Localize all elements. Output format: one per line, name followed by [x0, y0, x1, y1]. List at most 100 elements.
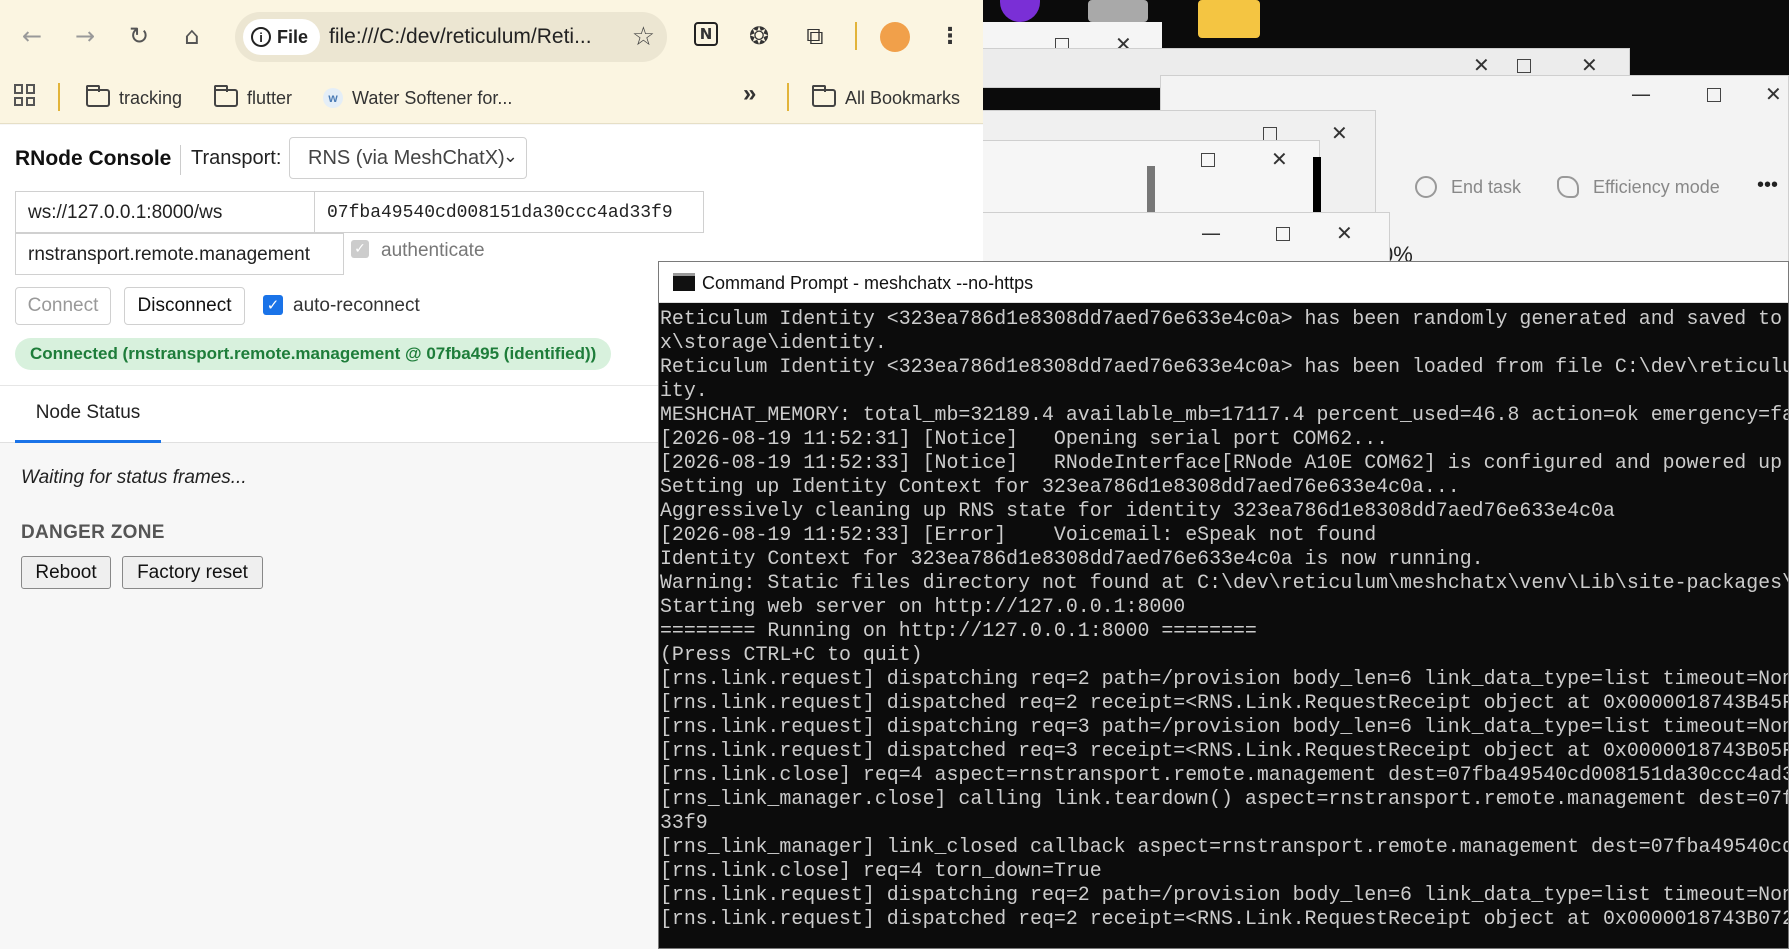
aspect-input[interactable]: rnstransport.remote.management: [15, 233, 344, 275]
window-title: Command Prompt - meshchatx --no-https: [702, 273, 1034, 293]
terminal-line: Warning: Static files directory not foun…: [660, 571, 1788, 594]
terminal-line: [2026-08-19 11:52:33] [Notice] RNodeInte…: [660, 451, 1783, 474]
destination-hash-input[interactable]: 07fba49540cd008151da30ccc4ad33f9: [314, 191, 704, 233]
terminal-line: MESHCHAT_MEMORY: total_mb=32189.4 availa…: [660, 403, 1788, 426]
end-task-icon: [1415, 176, 1437, 198]
folder-icon: [86, 85, 110, 107]
forward-icon[interactable]: →: [67, 18, 103, 54]
terminal-line: Aggressively cleaning up RNS state for i…: [660, 499, 1615, 522]
terminal-line: [rns.link.close] req=4 torn_down=True: [660, 859, 1102, 882]
bookmark-label: flutter: [247, 87, 293, 108]
terminal-line: [rns.link.request] dispatching req=3 pat…: [660, 715, 1788, 738]
terminal-line: [rns.link.request] dispatching req=2 pat…: [660, 883, 1788, 906]
notion-extension-icon[interactable]: N: [694, 22, 718, 46]
auto-reconnect-checkbox[interactable]: ✓: [263, 295, 283, 315]
podcast-app-icon: [1000, 0, 1040, 22]
site-favicon-icon: w: [323, 88, 343, 108]
profile-avatar-icon[interactable]: [880, 22, 910, 52]
bookmark-star-icon[interactable]: ☆: [632, 22, 655, 52]
back-icon[interactable]: ←: [14, 18, 50, 54]
minimize-icon: —: [1201, 221, 1221, 245]
maximize-icon: [1707, 88, 1721, 102]
desktop-app-icon: [1088, 0, 1148, 22]
reboot-button[interactable]: Reboot: [21, 556, 111, 589]
terminal-icon: [673, 273, 695, 291]
maximize-icon: [1276, 227, 1290, 241]
reload-icon[interactable]: ↻: [121, 18, 157, 54]
terminal-line: Identity Context for 323ea786d1e8308dd7a…: [660, 547, 1484, 570]
efficiency-mode-button[interactable]: Efficiency mode: [1593, 177, 1720, 198]
disconnect-button[interactable]: Disconnect: [124, 287, 245, 325]
bookmarks-divider: [787, 83, 789, 111]
terminal-line: ity.: [660, 379, 708, 402]
home-icon[interactable]: ⌂: [174, 18, 210, 54]
waiting-status-text: Waiting for status frames...: [21, 467, 247, 488]
menu-kebab-icon[interactable]: ⋮: [936, 22, 964, 50]
bookmark-water-softener[interactable]: w Water Softener for...: [323, 78, 512, 118]
bookmark-label: Water Softener for...: [352, 87, 513, 108]
close-icon: ✕: [1271, 147, 1288, 171]
more-options-icon[interactable]: •••: [1757, 174, 1778, 197]
folder-icon: [812, 85, 836, 107]
terminal-line: Starting web server on http://127.0.0.1:…: [660, 595, 1186, 618]
all-bookmarks-button[interactable]: All Bookmarks: [812, 78, 960, 118]
chevron-down-icon: ⌄: [502, 146, 518, 167]
title-divider: [180, 145, 181, 175]
page-title: RNode Console: [15, 147, 172, 170]
bookmark-tracking[interactable]: tracking: [86, 78, 182, 118]
transport-select[interactable]: RNS (via MeshChatX) ⌄: [289, 137, 527, 179]
maximize-icon: [1517, 59, 1531, 73]
terminal-line: Setting up Identity Context for 323ea786…: [660, 475, 1460, 498]
terminal-line: [rns.link.request] dispatching req=2 pat…: [660, 667, 1788, 690]
address-bar[interactable]: i File file:///C:/dev/reticulum/Reti... …: [235, 12, 667, 62]
folder-icon: [214, 85, 238, 107]
bookmark-flutter[interactable]: flutter: [214, 78, 292, 118]
websocket-url-input[interactable]: ws://127.0.0.1:8000/ws: [15, 191, 315, 233]
close-icon: ✕: [1336, 221, 1353, 245]
connection-status-badge: Connected (rnstransport.remote.managemen…: [15, 338, 612, 370]
apps-grid-icon[interactable]: [14, 84, 36, 106]
terminal-line: [rns_link_manager] link_closed callback …: [660, 835, 1788, 858]
close-icon: ✕: [1581, 53, 1598, 77]
maximize-icon: [1263, 127, 1277, 141]
efficiency-icon: [1557, 176, 1579, 198]
extensions-puzzle-icon[interactable]: ⧉: [801, 22, 829, 50]
site-info-chip[interactable]: i File: [243, 19, 321, 55]
command-prompt-window: Command Prompt - meshchatx --no-https Re…: [658, 261, 1789, 949]
close-icon: ✕: [1473, 53, 1490, 77]
openai-extension-icon[interactable]: ❂: [745, 22, 773, 50]
terminal-line: x\storage\identity.: [660, 331, 887, 354]
url-text[interactable]: file:///C:/dev/reticulum/Reti...: [329, 25, 609, 49]
site-chip-label: File: [277, 26, 309, 47]
terminal-line: [rns.link.request] dispatched req=2 rece…: [660, 691, 1788, 714]
bookmark-label: tracking: [119, 87, 183, 108]
terminal-line: [rns_link_manager.close] calling link.te…: [660, 787, 1788, 810]
authenticate-label: authenticate: [381, 240, 485, 261]
terminal-line: (Press CTRL+C to quit): [660, 643, 923, 666]
authenticate-checkbox[interactable]: ✓: [351, 240, 369, 258]
transport-label: Transport:: [191, 147, 282, 169]
bookmarks-overflow-icon[interactable]: »: [743, 80, 756, 108]
end-task-button[interactable]: End task: [1451, 177, 1521, 198]
all-bookmarks-label: All Bookmarks: [845, 87, 961, 108]
factory-reset-button[interactable]: Factory reset: [122, 556, 263, 589]
maximize-icon: [1201, 153, 1215, 167]
close-icon: ✕: [1765, 82, 1782, 106]
minimize-icon: —: [1631, 82, 1651, 106]
connect-button[interactable]: Connect: [15, 287, 111, 325]
info-icon: i: [251, 27, 271, 47]
terminal-output[interactable]: Reticulum Identity <323ea786d1e8308dd7ae…: [659, 307, 1788, 947]
terminal-line: [rns.link.request] dispatched req=2 rece…: [660, 907, 1788, 930]
terminal-line: ======== Running on http://127.0.0.1:800…: [660, 619, 1257, 642]
terminal-line: [2026-08-19 11:52:31] [Notice] Opening s…: [660, 427, 1389, 450]
transport-select-value: RNS (via MeshChatX): [308, 147, 505, 169]
danger-zone-heading: DANGER ZONE: [21, 522, 165, 543]
terminal-line: [rns.link.close] req=4 aspect=rnstranspo…: [660, 763, 1788, 786]
terminal-line: 33f9: [660, 811, 708, 834]
tab-node-status[interactable]: Node Status: [15, 386, 161, 443]
terminal-line: [2026-08-19 11:52:33] [Error] Voicemail:…: [660, 523, 1377, 546]
toolbar-divider: [855, 22, 857, 50]
folder-icon: [1198, 0, 1260, 38]
command-prompt-titlebar[interactable]: Command Prompt - meshchatx --no-https: [659, 262, 1788, 303]
terminal-line: Reticulum Identity <323ea786d1e8308dd7ae…: [660, 355, 1788, 378]
